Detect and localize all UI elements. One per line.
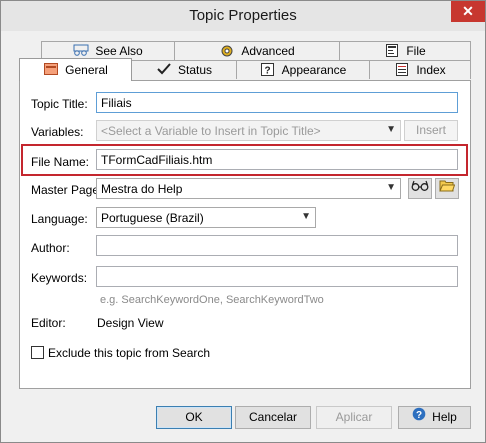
exclude-from-search-label: Exclude this topic from Search bbox=[48, 346, 211, 360]
language-value: Portuguese (Brazil) bbox=[101, 211, 204, 225]
open-folder-button[interactable] bbox=[435, 178, 459, 199]
topic-title-label: Topic Title: bbox=[31, 97, 88, 111]
master-page-label: Master Page: bbox=[31, 183, 103, 197]
editor-value: Design View bbox=[97, 316, 164, 330]
folder-icon bbox=[439, 180, 456, 195]
master-page-value: Mestra do Help bbox=[101, 182, 183, 196]
glasses-icon bbox=[411, 180, 429, 195]
exclude-from-search-checkbox[interactable] bbox=[31, 346, 44, 359]
keywords-hint: e.g. SearchKeywordOne, SearchKeywordTwo bbox=[100, 294, 324, 306]
keywords-input[interactable] bbox=[96, 266, 458, 287]
variables-label: Variables: bbox=[31, 125, 84, 139]
editor-label: Editor: bbox=[31, 316, 66, 330]
language-dropdown[interactable]: Portuguese (Brazil) ▼ bbox=[96, 207, 316, 228]
variables-dropdown[interactable]: <Select a Variable to Insert in Topic Ti… bbox=[96, 120, 401, 141]
language-label: Language: bbox=[31, 212, 88, 226]
author-label: Author: bbox=[31, 241, 70, 255]
variables-placeholder: <Select a Variable to Insert in Topic Ti… bbox=[101, 124, 321, 138]
general-form: Topic Title: Filiais Variables: <Select … bbox=[1, 1, 486, 443]
insert-button[interactable]: Insert bbox=[404, 120, 458, 141]
master-page-dropdown[interactable]: Mestra do Help ▼ bbox=[96, 178, 401, 199]
chevron-down-icon: ▼ bbox=[301, 211, 311, 222]
topic-properties-dialog: Topic Properties ✕ See Also Advanced Fil… bbox=[0, 0, 486, 443]
file-name-highlight bbox=[21, 144, 468, 176]
keywords-label: Keywords: bbox=[31, 271, 88, 285]
preview-button[interactable] bbox=[408, 178, 432, 199]
topic-title-input[interactable]: Filiais bbox=[96, 92, 458, 113]
chevron-down-icon: ▼ bbox=[386, 182, 396, 193]
chevron-down-icon: ▼ bbox=[386, 124, 396, 135]
author-input[interactable] bbox=[96, 235, 458, 256]
